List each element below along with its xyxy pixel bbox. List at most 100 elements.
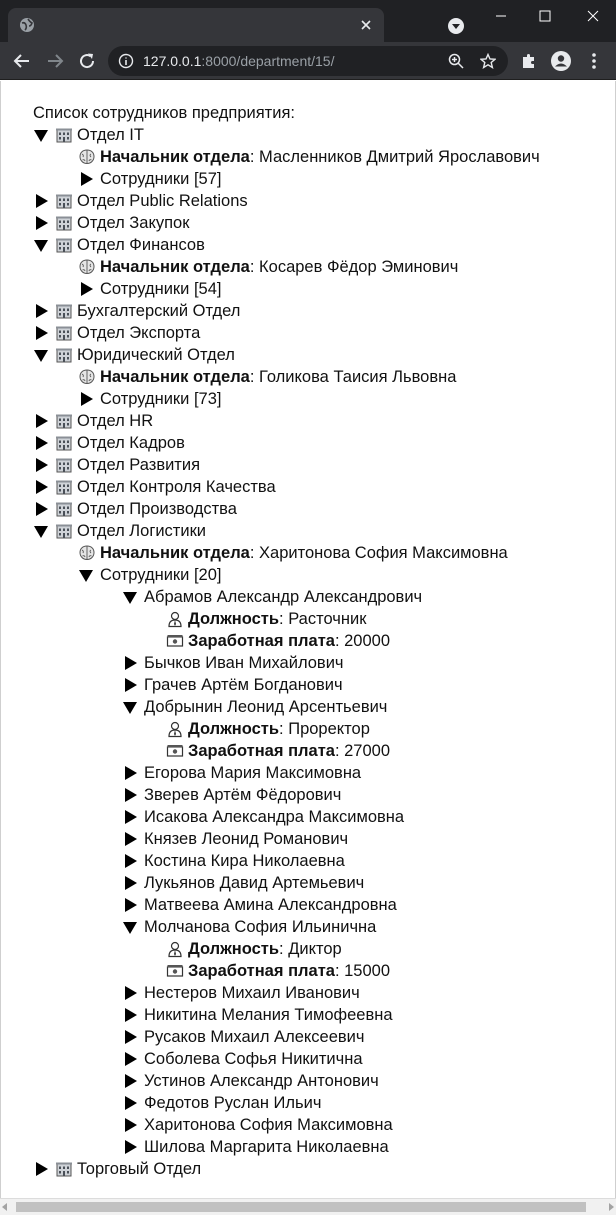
employee-item[interactable]: Матвеева Амина Александровна [33,894,540,916]
department-item[interactable]: Отдел Кадров [33,432,540,454]
employee-item[interactable]: Нестеров Михаил Иванович [33,982,540,1004]
triangle-right-icon[interactable] [122,1095,138,1111]
employee-item[interactable]: Добрынин Леонид Арсентьевич [33,696,540,718]
maximize-button[interactable] [522,0,568,32]
triangle-right-icon[interactable] [33,413,49,429]
employee-item[interactable]: Зверев Артём Фёдорович [33,784,540,806]
employee-item[interactable]: Соболева Софья Никитична [33,1048,540,1070]
department-item[interactable]: Торговый Отдел [33,1158,540,1180]
triangle-down-icon[interactable] [33,347,49,363]
employee-item[interactable]: Лукьянов Давид Артемьевич [33,872,540,894]
triangle-down-icon[interactable] [33,127,49,143]
forward-button[interactable] [43,49,67,73]
triangle-right-icon[interactable] [33,1161,49,1177]
triangle-right-icon[interactable] [33,215,49,231]
employee-item[interactable]: Костина Кира Николаевна [33,850,540,872]
triangle-down-icon[interactable] [122,699,138,715]
employees-toggle[interactable]: Сотрудники [20] [33,564,540,586]
triangle-right-icon[interactable] [122,765,138,781]
employee-item[interactable]: Грачев Артём Богданович [33,674,540,696]
department-head: Начальник отдела: Косарев Фёдор Эминович [33,256,540,278]
triangle-down-icon[interactable] [33,237,49,253]
triangle-right-icon[interactable] [122,1139,138,1155]
employees-toggle[interactable]: Сотрудники [57] [33,168,540,190]
triangle-right-icon[interactable] [122,1073,138,1089]
triangle-right-icon[interactable] [122,1117,138,1133]
department-item[interactable]: Отдел IT [33,124,540,146]
triangle-right-icon[interactable] [122,1007,138,1023]
info-icon[interactable] [118,53,134,69]
employee-item[interactable]: Устинов Александр Антонович [33,1070,540,1092]
triangle-down-icon[interactable] [33,523,49,539]
url-text[interactable]: 127.0.0.1:8000/department/15/ [143,53,335,69]
triangle-right-icon[interactable] [122,1051,138,1067]
department-item[interactable]: Отдел HR [33,410,540,432]
reload-button[interactable] [75,49,99,73]
department-item[interactable]: Отдел Производства [33,498,540,520]
scroll-right-icon[interactable] [609,1203,614,1211]
department-item[interactable]: Отдел Логистики [33,520,540,542]
url-path: :8000/department/15/ [201,53,335,69]
triangle-right-icon[interactable] [33,303,49,319]
employee-item[interactable]: Федотов Руслан Ильич [33,1092,540,1114]
triangle-right-icon[interactable] [122,897,138,913]
tab-search-icon[interactable] [446,16,466,36]
employee-item[interactable]: Бычков Иван Михайлович [33,652,540,674]
triangle-right-icon[interactable] [122,831,138,847]
browser-tab[interactable] [8,8,384,42]
employee-item[interactable]: Исакова Александра Максимовна [33,806,540,828]
triangle-right-icon[interactable] [78,171,94,187]
triangle-right-icon[interactable] [122,985,138,1001]
close-window-button[interactable] [570,0,616,32]
scrollbar-thumb[interactable] [16,1202,586,1212]
employee-name: Харитонова София Максимовна [144,1116,393,1134]
triangle-right-icon[interactable] [122,809,138,825]
employee-item[interactable]: Шилова Маргарита Николаевна [33,1136,540,1158]
triangle-right-icon[interactable] [33,193,49,209]
triangle-right-icon[interactable] [122,875,138,891]
triangle-down-icon[interactable] [122,919,138,935]
triangle-right-icon[interactable] [33,435,49,451]
department-item[interactable]: Отдел Экспорта [33,322,540,344]
zoom-icon[interactable] [448,53,464,69]
employee-item[interactable]: Егорова Мария Максимовна [33,762,540,784]
employees-toggle[interactable]: Сотрудники [54] [33,278,540,300]
triangle-right-icon[interactable] [33,325,49,341]
department-item[interactable]: Отдел Контроля Качества [33,476,540,498]
close-tab-icon[interactable] [356,15,376,35]
employee-item[interactable]: Харитонова София Максимовна [33,1114,540,1136]
employees-toggle[interactable]: Сотрудники [73] [33,388,540,410]
department-item[interactable]: Отдел Закупок [33,212,540,234]
triangle-right-icon[interactable] [122,853,138,869]
minimize-button[interactable] [478,0,524,32]
triangle-right-icon[interactable] [78,391,94,407]
department-item[interactable]: Юридический Отдел [33,344,540,366]
triangle-down-icon[interactable] [78,567,94,583]
triangle-right-icon[interactable] [122,677,138,693]
employee-item[interactable]: Князев Леонид Романович [33,828,540,850]
triangle-right-icon[interactable] [122,787,138,803]
triangle-right-icon[interactable] [33,479,49,495]
department-item[interactable]: Отдел Развития [33,454,540,476]
scroll-left-icon[interactable] [2,1203,7,1211]
triangle-right-icon[interactable] [33,501,49,517]
triangle-right-icon[interactable] [122,1029,138,1045]
employee-item[interactable]: Молчанова София Ильинична [33,916,540,938]
extensions-button[interactable] [517,49,541,73]
department-item[interactable]: Отдел Финансов [33,234,540,256]
department-item[interactable]: Отдел Public Relations [33,190,540,212]
employee-item[interactable]: Абрамов Александр Александрович [33,586,540,608]
triangle-right-icon[interactable] [122,655,138,671]
bookmark-star-icon[interactable] [480,53,496,69]
employee-item[interactable]: Русаков Михаил Алексеевич [33,1026,540,1048]
address-bar[interactable]: 127.0.0.1:8000/department/15/ [108,46,508,76]
profile-button[interactable] [549,49,573,73]
triangle-right-icon[interactable] [33,457,49,473]
triangle-right-icon[interactable] [78,281,94,297]
department-item[interactable]: Бухгалтерский Отдел [33,300,540,322]
horizontal-scrollbar[interactable] [0,1198,616,1215]
menu-button[interactable] [582,49,606,73]
back-button[interactable] [10,49,34,73]
employee-item[interactable]: Никитина Мелания Тимофеевна [33,1004,540,1026]
triangle-down-icon[interactable] [122,589,138,605]
